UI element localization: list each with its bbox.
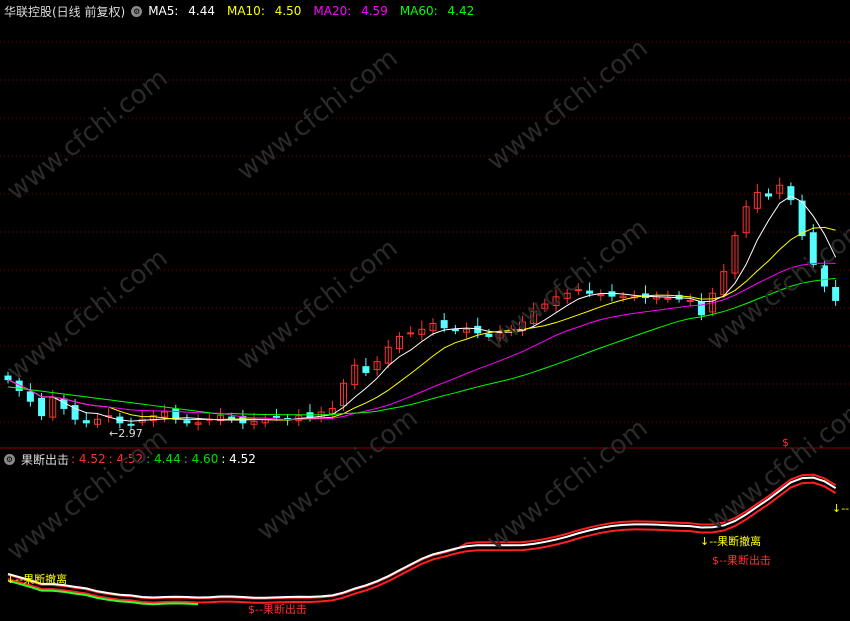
chart-canvas: ←2.97 $ ↓--果断撤离 $--果断出击 ↓--果断撤离 $--果断出击 ↓-- xyxy=(0,41,850,616)
indicator-title[interactable]: 果断出击 xyxy=(21,451,69,468)
candle-body xyxy=(4,375,12,381)
candle-body xyxy=(183,420,191,424)
indicator-settings-icon[interactable]: ⚙ xyxy=(4,453,15,465)
candle-body xyxy=(798,200,806,237)
kline-chart-window: ←2.97 $ ↓--果断撤离 $--果断出击 ↓--果断撤离 $--果断出击 ↓-- 华联… xyxy=(0,0,850,617)
ma5-line xyxy=(7,195,837,422)
candle-body xyxy=(586,290,594,294)
candle-body xyxy=(82,420,90,424)
candle-body xyxy=(697,301,705,316)
candle-body xyxy=(485,333,493,337)
strike-signal-label: $--果断出击 xyxy=(248,602,307,616)
sub-chart-header: ⚙ 果断出击 : 4.52 : 4.52 : 4.44 : 4.60 : 4.5… xyxy=(4,450,262,468)
exit-signal-label: ↓-- xyxy=(832,502,849,515)
ma5-label: MA5: 4.44 xyxy=(148,4,215,18)
indicator-value-4: : 4.60 xyxy=(183,452,219,466)
exit-signal-label: ↓--果断撤离 xyxy=(700,534,761,548)
strike-signal-label: $--果断出击 xyxy=(712,553,771,567)
indicator-value-3: : 4.44 xyxy=(146,452,181,466)
signal-marker: $ xyxy=(782,436,789,449)
candle-body xyxy=(38,397,46,417)
candle-body xyxy=(127,423,135,426)
candle-body xyxy=(407,332,415,335)
low-price-label: ←2.97 xyxy=(109,427,143,440)
candle-body xyxy=(765,193,773,197)
indicator-value-2: : 4.52 xyxy=(108,452,144,466)
ma60-label: MA60: 4.42 xyxy=(399,4,475,18)
candle-body xyxy=(574,289,582,292)
candle-body xyxy=(440,320,448,329)
main-chart-header: 华联控股(日线 前复权) ⚙ MA5: 4.44 MA10: 4.50 MA20… xyxy=(4,2,486,20)
settings-circle-icon[interactable]: ⚙ xyxy=(131,5,143,17)
ma20-label: MA20: 4.59 xyxy=(313,4,388,18)
candle-body xyxy=(26,391,34,402)
ma10-label: MA10: 4.50 xyxy=(226,4,302,18)
indicator-value-5: : 4.52 xyxy=(221,452,256,466)
candle-body xyxy=(362,366,370,373)
indicator-value-1: : 4.52 xyxy=(71,452,106,466)
exit-signal-label: ↓--果断撤离 xyxy=(6,572,67,586)
candle-body xyxy=(686,299,694,302)
candle-body xyxy=(809,232,817,265)
main-chart-title[interactable]: 华联控股(日线 前复权) xyxy=(4,3,125,20)
candle-body xyxy=(820,265,828,287)
candle-body xyxy=(832,286,840,301)
candle-body xyxy=(597,294,605,297)
candle-body xyxy=(664,297,672,300)
candle-body xyxy=(272,415,280,418)
